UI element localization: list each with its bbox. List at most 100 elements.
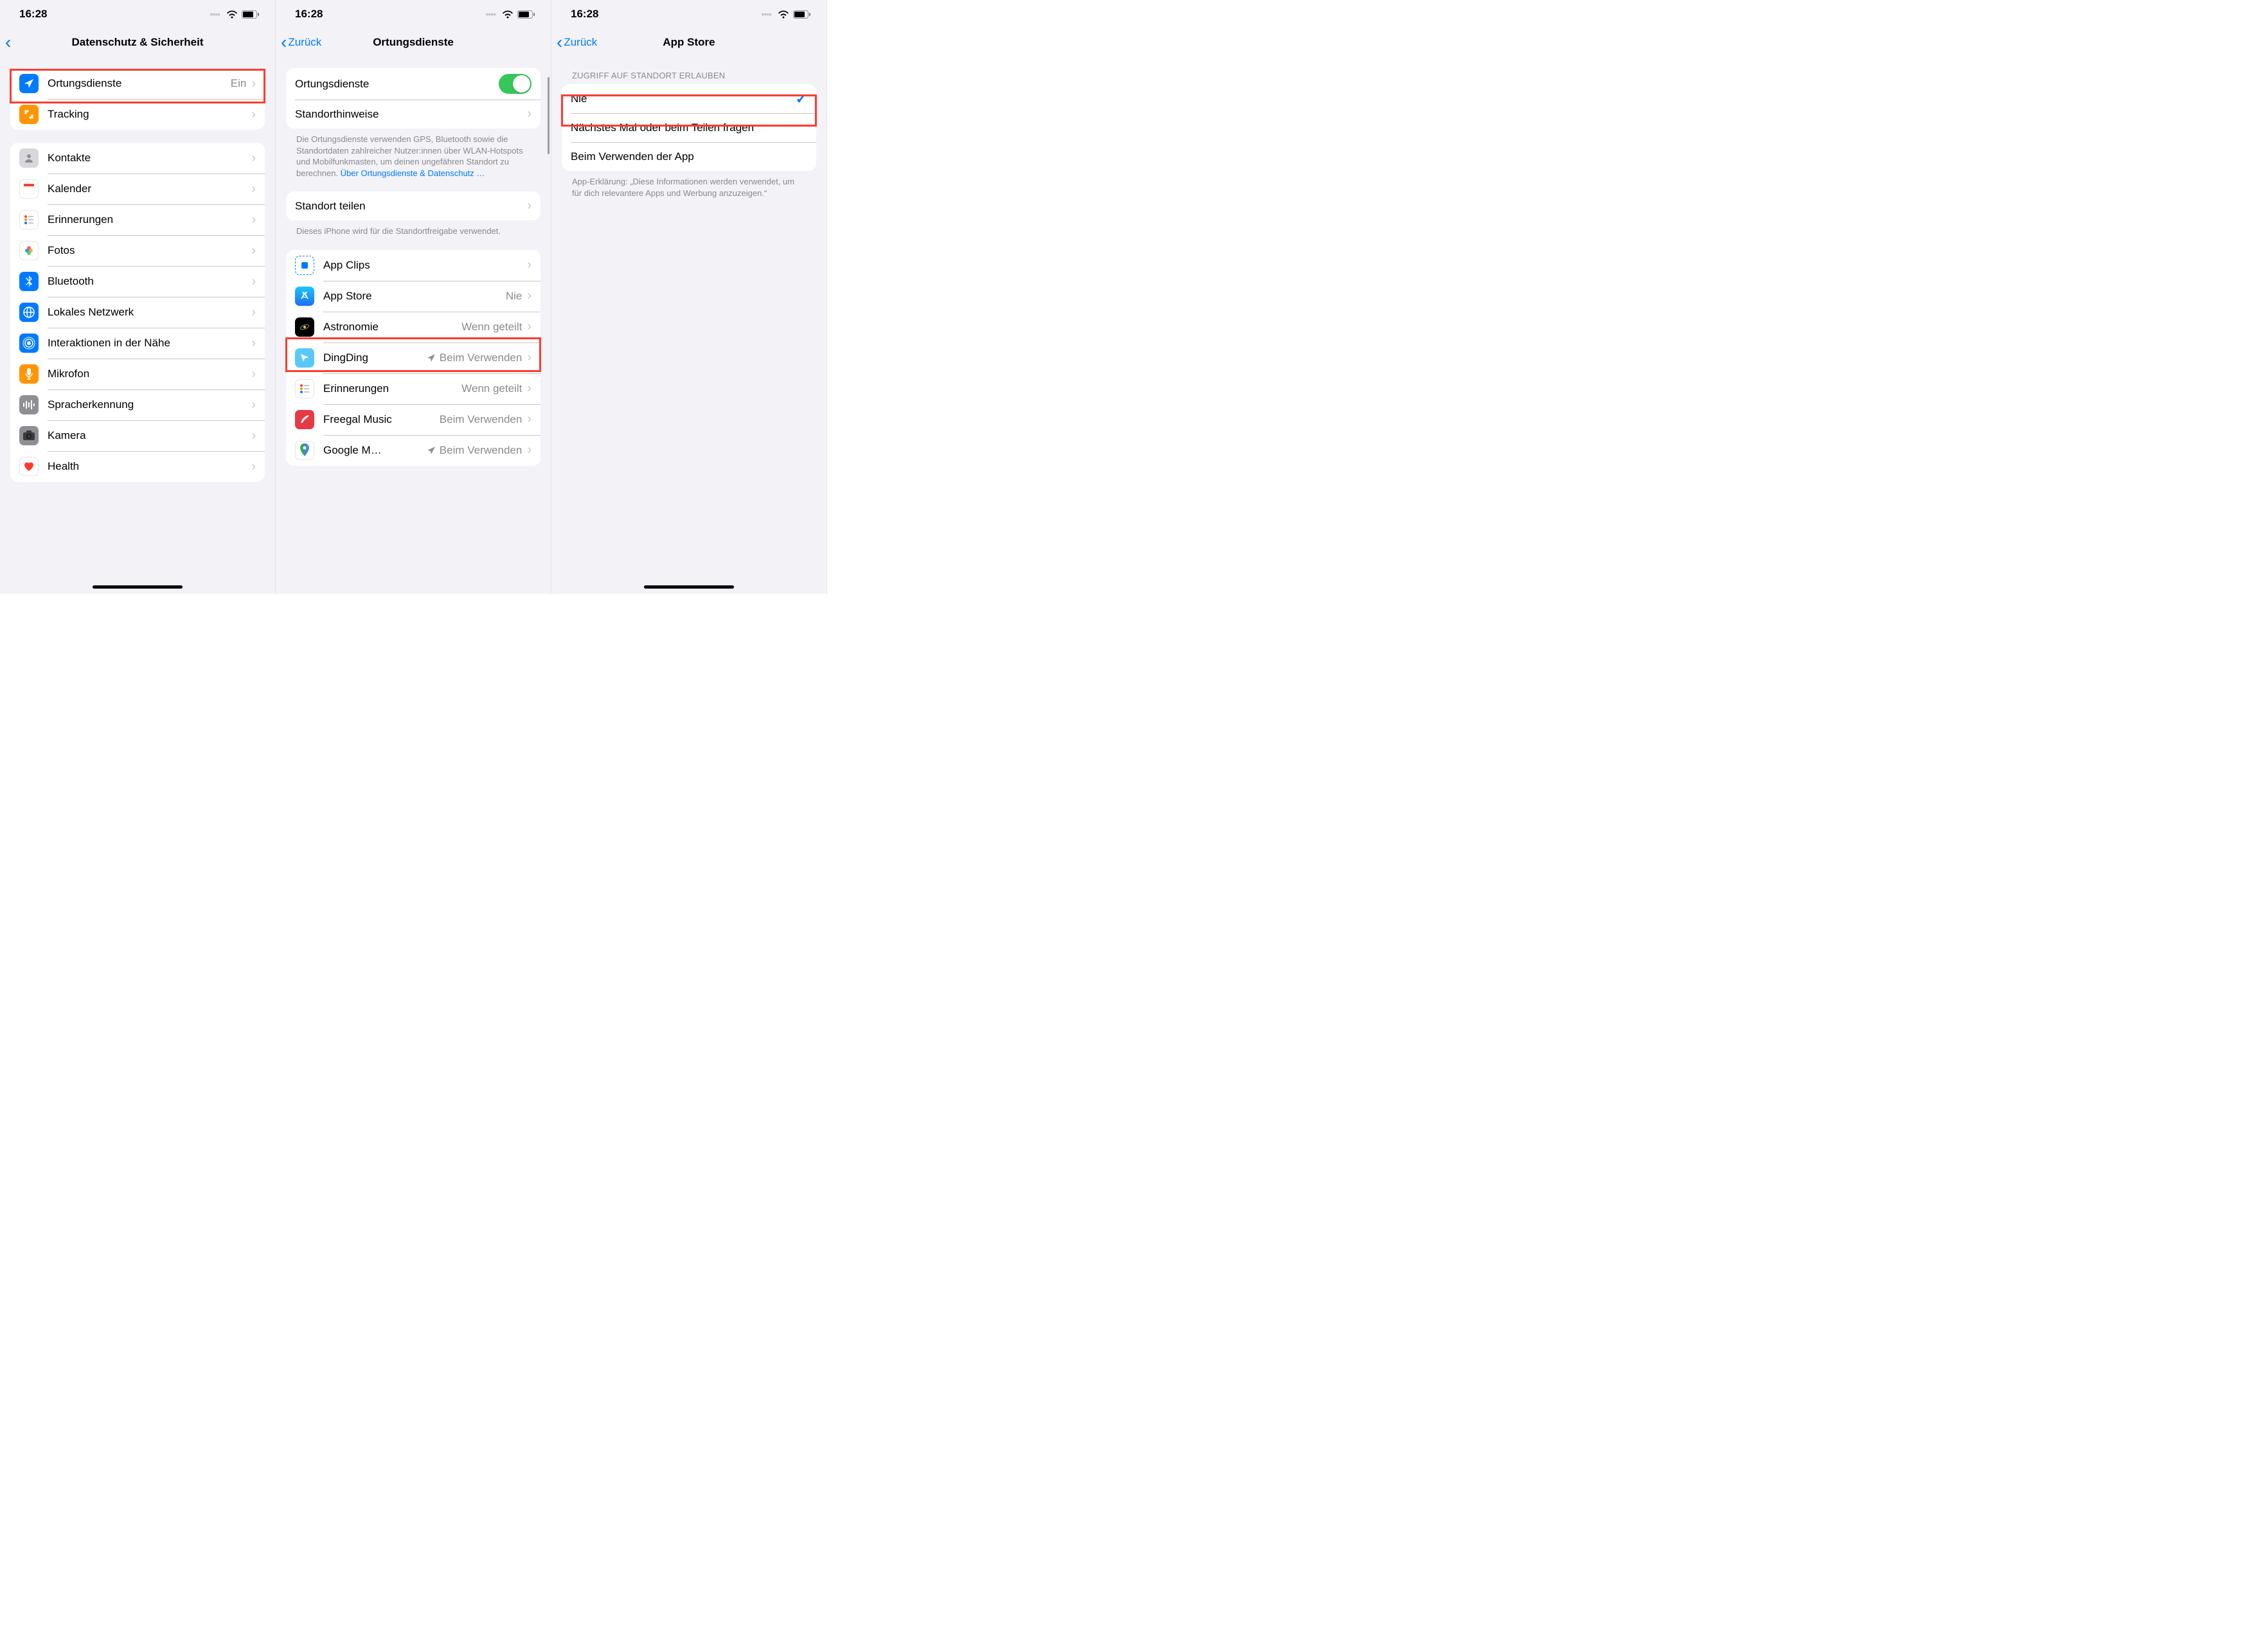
- footer-text: Die Ortungsdienste verwenden GPS, Blueto…: [286, 129, 540, 179]
- row-label: Freegal Music: [323, 413, 440, 426]
- row-value: Wenn geteilt: [461, 382, 522, 395]
- option-ask-next-time[interactable]: Nächstes Mal oder beim Teilen fragen: [562, 113, 816, 142]
- row-value: Wenn geteilt: [461, 321, 522, 333]
- row-spracherkennung[interactable]: Spracherkennung ›: [10, 389, 265, 420]
- app-clips-icon: [295, 256, 314, 275]
- location-arrow-icon: [19, 74, 39, 93]
- status-right: ••••: [210, 9, 260, 19]
- back-button[interactable]: ‹: [5, 33, 12, 51]
- chevron-right-icon: ›: [527, 319, 531, 334]
- row-app-clips[interactable]: App Clips ›: [286, 250, 540, 281]
- camera-icon: [19, 426, 39, 445]
- chevron-right-icon: ›: [251, 213, 256, 227]
- chevron-right-icon: ›: [251, 182, 256, 197]
- row-tracking[interactable]: Tracking ›: [10, 99, 265, 130]
- page-title: Datenschutz & Sicherheit: [72, 36, 204, 49]
- nav-bar: ‹ Zurück App Store: [551, 28, 826, 57]
- chevron-right-icon: ›: [527, 443, 531, 458]
- row-google-maps[interactable]: Google M… Beim Verwenden ›: [286, 435, 540, 466]
- row-standorthinweise[interactable]: Standorthinweise ›: [286, 100, 540, 129]
- calendar-icon: [19, 179, 39, 199]
- reminders-icon: [19, 210, 39, 229]
- home-indicator[interactable]: [644, 585, 734, 589]
- row-lokales-netzwerk[interactable]: Lokales Netzwerk ›: [10, 297, 265, 328]
- row-label: Kalender: [48, 182, 251, 195]
- battery-icon: [517, 10, 535, 19]
- row-label: Kamera: [48, 429, 251, 442]
- status-bar: 16:28 ••••: [0, 0, 275, 28]
- row-app-store[interactable]: App Store Nie ›: [286, 281, 540, 312]
- freegal-icon: [295, 410, 314, 429]
- status-dots-icon: ••••: [485, 9, 496, 19]
- chevron-left-icon: ‹: [5, 33, 11, 51]
- row-freegal[interactable]: Freegal Music Beim Verwenden ›: [286, 404, 540, 435]
- chevron-right-icon: ›: [251, 459, 256, 474]
- group-apps: App Clips › App Store Nie › Astronomie W…: [286, 250, 540, 466]
- row-standort-teilen[interactable]: Standort teilen ›: [286, 191, 540, 220]
- chevron-right-icon: ›: [527, 381, 531, 396]
- about-location-privacy-link[interactable]: Über Ortungsdienste & Datenschutz …: [341, 168, 485, 178]
- battery-icon: [793, 10, 811, 19]
- group-location-options: Nie ✓ Nächstes Mal oder beim Teilen frag…: [562, 84, 816, 171]
- toggle-switch[interactable]: [499, 74, 531, 94]
- row-label: Erinnerungen: [48, 213, 251, 226]
- row-fotos[interactable]: Fotos ›: [10, 235, 265, 266]
- back-label: Zurück: [288, 36, 321, 49]
- row-label: Lokales Netzwerk: [48, 306, 251, 319]
- nearby-icon: [19, 333, 39, 353]
- status-bar: 16:28 ••••: [276, 0, 551, 28]
- row-label: Astronomie: [323, 321, 461, 333]
- home-indicator[interactable]: [93, 585, 183, 589]
- row-label: DingDing: [323, 351, 427, 364]
- row-erinnerungen-app[interactable]: Erinnerungen Wenn geteilt ›: [286, 373, 540, 404]
- back-button[interactable]: ‹ Zurück: [557, 33, 597, 51]
- row-health[interactable]: Health ›: [10, 451, 265, 482]
- group-location-toggle: Ortungsdienste Standorthinweise ›: [286, 68, 540, 129]
- row-interaktionen[interactable]: Interaktionen in der Nähe ›: [10, 328, 265, 359]
- location-used-icon: [427, 446, 436, 455]
- group-location-tracking: Ortungsdienste Ein › Tracking ›: [10, 68, 265, 130]
- back-button[interactable]: ‹ Zurück: [281, 33, 321, 51]
- battery-icon: [242, 10, 260, 19]
- row-erinnerungen[interactable]: Erinnerungen ›: [10, 204, 265, 235]
- checkmark-icon: ✓: [796, 91, 807, 107]
- chevron-right-icon: ›: [251, 398, 256, 413]
- row-mikrofon[interactable]: Mikrofon ›: [10, 359, 265, 389]
- wifi-icon: [778, 10, 789, 19]
- row-ortungsdienste-toggle[interactable]: Ortungsdienste: [286, 68, 540, 100]
- nav-bar: ‹ Zurück Ortungsdienste: [276, 28, 551, 57]
- group-share-location: Standort teilen ›: [286, 191, 540, 220]
- status-right: ••••: [761, 9, 811, 19]
- chevron-right-icon: ›: [527, 107, 531, 121]
- contacts-icon: [19, 148, 39, 168]
- health-icon: [19, 457, 39, 476]
- row-label: Health: [48, 460, 251, 473]
- scroll-indicator[interactable]: [548, 77, 549, 154]
- row-kalender[interactable]: Kalender ›: [10, 173, 265, 204]
- row-ortungsdienste[interactable]: Ortungsdienste Ein ›: [10, 68, 265, 99]
- chevron-right-icon: ›: [251, 429, 256, 443]
- chevron-right-icon: ›: [527, 258, 531, 272]
- option-nie[interactable]: Nie ✓: [562, 84, 816, 113]
- reminders-icon: [295, 379, 314, 398]
- row-kontakte[interactable]: Kontakte ›: [10, 143, 265, 173]
- row-dingding[interactable]: DingDing Beim Verwenden ›: [286, 342, 540, 373]
- wifi-icon: [502, 10, 513, 19]
- row-label: Standort teilen: [295, 200, 527, 213]
- row-label: Standorthinweise: [295, 108, 527, 121]
- row-label: Beim Verwenden der App: [571, 150, 807, 163]
- astronomy-icon: [295, 317, 314, 337]
- chevron-right-icon: ›: [251, 76, 256, 91]
- option-while-using[interactable]: Beim Verwenden der App: [562, 142, 816, 171]
- row-kamera[interactable]: Kamera ›: [10, 420, 265, 451]
- row-bluetooth[interactable]: Bluetooth ›: [10, 266, 265, 297]
- row-astronomie[interactable]: Astronomie Wenn geteilt ›: [286, 312, 540, 342]
- row-label: Ortungsdienste: [48, 77, 231, 90]
- row-value: Nie: [506, 290, 522, 303]
- microphone-icon: [19, 364, 39, 384]
- page-title: App Store: [663, 36, 715, 49]
- status-right: ••••: [485, 9, 535, 19]
- row-label: Nie: [571, 93, 796, 105]
- location-used-icon: [427, 353, 436, 362]
- speech-icon: [19, 395, 39, 414]
